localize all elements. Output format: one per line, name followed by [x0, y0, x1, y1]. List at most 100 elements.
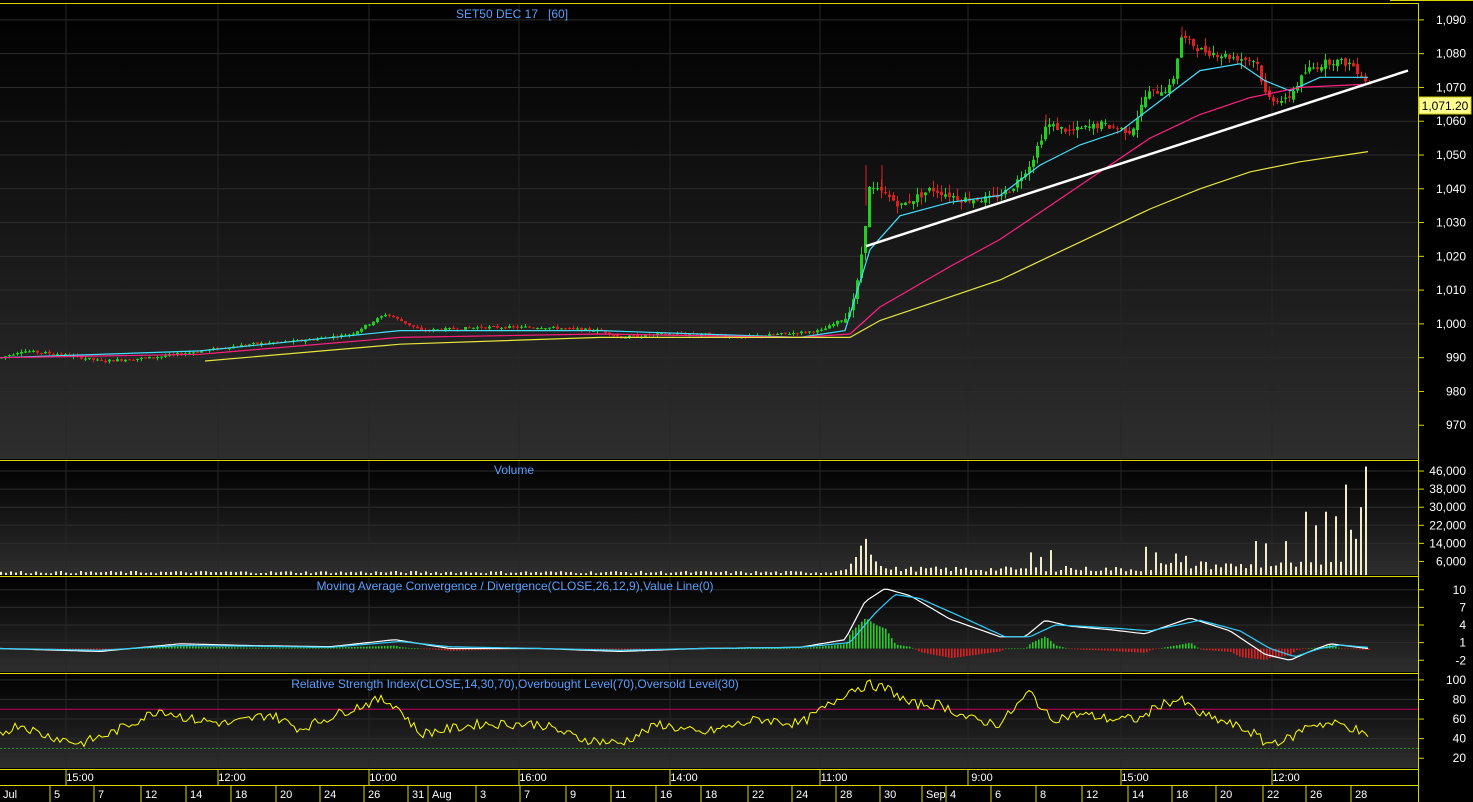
x-date-label: 22	[752, 789, 764, 801]
volume-bar	[295, 573, 297, 575]
candle-body	[564, 328, 567, 330]
macd-histogram-bar	[1179, 644, 1181, 649]
macd-histogram-bar	[249, 647, 251, 649]
candle-body	[788, 333, 791, 335]
volume-bar	[680, 571, 682, 575]
macd-histogram-bar	[399, 646, 401, 649]
macd-histogram-bar	[789, 648, 791, 650]
macd-histogram-bar	[297, 647, 299, 649]
macd-histogram-bar	[363, 646, 365, 649]
x-date-label: 8	[1040, 789, 1046, 801]
macd-histogram-bar	[1311, 647, 1313, 649]
candle-body	[368, 324, 371, 326]
volume-bar	[1180, 562, 1182, 575]
y-tick-label: 1,070	[1436, 80, 1466, 94]
volume-bar	[615, 571, 617, 575]
candle-body	[808, 331, 811, 333]
candle-body	[52, 354, 55, 356]
macd-histogram-bar	[906, 646, 908, 649]
candle-body	[124, 359, 127, 362]
candle-body	[1080, 127, 1083, 129]
volume-bar	[200, 571, 202, 575]
macd-histogram-bar	[1167, 646, 1169, 649]
volume-bar	[960, 569, 962, 575]
macd-histogram-bar	[897, 644, 899, 649]
volume-bar	[565, 572, 567, 575]
candle-body	[1152, 89, 1155, 91]
macd-histogram-bar	[1191, 643, 1193, 649]
volume-bar	[1235, 566, 1237, 575]
x-date-label: 24	[796, 789, 808, 801]
macd-histogram-bar	[1017, 648, 1019, 650]
volume-bar	[320, 571, 322, 575]
volume-bar	[65, 572, 67, 575]
macd-histogram-bar	[1059, 646, 1061, 649]
macd-histogram-bar	[822, 646, 824, 649]
volume-bar	[735, 571, 737, 575]
price-panel[interactable]	[0, 3, 1418, 459]
candle-body	[8, 355, 11, 357]
macd-histogram-bar	[1152, 648, 1154, 650]
candle-body	[1088, 126, 1091, 128]
macd-histogram-bar	[1086, 648, 1088, 650]
candle-body	[1288, 96, 1291, 98]
macd-histogram-bar	[1188, 643, 1190, 649]
volume-bar	[705, 571, 707, 575]
candle-body	[488, 326, 491, 329]
macd-histogram-bar	[918, 648, 920, 652]
volume-bar	[915, 571, 917, 575]
macd-histogram-bar	[1206, 648, 1208, 651]
candle-body	[1084, 125, 1087, 128]
candle-body	[532, 327, 535, 329]
volume-panel[interactable]	[0, 462, 1418, 575]
candle-body	[1304, 72, 1307, 74]
macd-histogram-bar	[882, 627, 884, 649]
volume-bar	[15, 572, 17, 575]
macd-histogram-bar	[1068, 648, 1070, 650]
candle-body	[464, 326, 467, 330]
volume-bar	[1170, 562, 1172, 575]
volume-bar	[400, 572, 402, 575]
y-tick-label: 1,010	[1436, 283, 1466, 297]
volume-bar	[470, 572, 472, 575]
volume-bar	[235, 572, 237, 575]
volume-bar	[100, 572, 102, 575]
macd-histogram-bar	[321, 647, 323, 649]
candle-body	[252, 342, 255, 344]
candle-body	[500, 327, 503, 329]
macd-histogram-bar	[261, 647, 263, 649]
macd-histogram-bar	[180, 646, 182, 649]
candle-body	[972, 200, 975, 204]
macd-histogram-bar	[1284, 648, 1286, 656]
macd-histogram-bar	[1143, 648, 1145, 653]
macd-histogram-bar	[393, 645, 395, 649]
volume-bar	[1055, 571, 1057, 575]
x-time-label: 16:00	[519, 772, 547, 784]
candle-body	[496, 326, 499, 328]
candle-body	[100, 360, 103, 362]
y-tick-label: 60	[1453, 712, 1467, 726]
macd-histogram-bar	[222, 647, 224, 649]
x-date-label: 12	[145, 789, 157, 801]
candle-body	[844, 318, 847, 323]
volume-bar	[905, 568, 907, 575]
macd-histogram-bar	[1218, 648, 1220, 652]
candle-body	[1036, 146, 1039, 158]
candle-body	[1076, 126, 1079, 131]
macd-histogram-bar	[345, 647, 347, 649]
macd-histogram-bar	[768, 648, 770, 650]
candle-body	[96, 359, 99, 361]
macd-histogram-bar	[858, 624, 860, 649]
volume-bar	[970, 570, 972, 575]
candle-body	[480, 326, 483, 328]
volume-bar	[1205, 562, 1207, 575]
macd-histogram-bar	[333, 647, 335, 649]
volume-bar	[750, 573, 752, 575]
candle-body	[1144, 96, 1147, 107]
candle-body	[1212, 52, 1215, 56]
macd-histogram-bar	[837, 644, 839, 649]
volume-bar	[890, 569, 892, 575]
volume-bar	[45, 573, 47, 575]
candle-body	[836, 320, 839, 325]
macd-histogram-bar	[1359, 648, 1361, 650]
